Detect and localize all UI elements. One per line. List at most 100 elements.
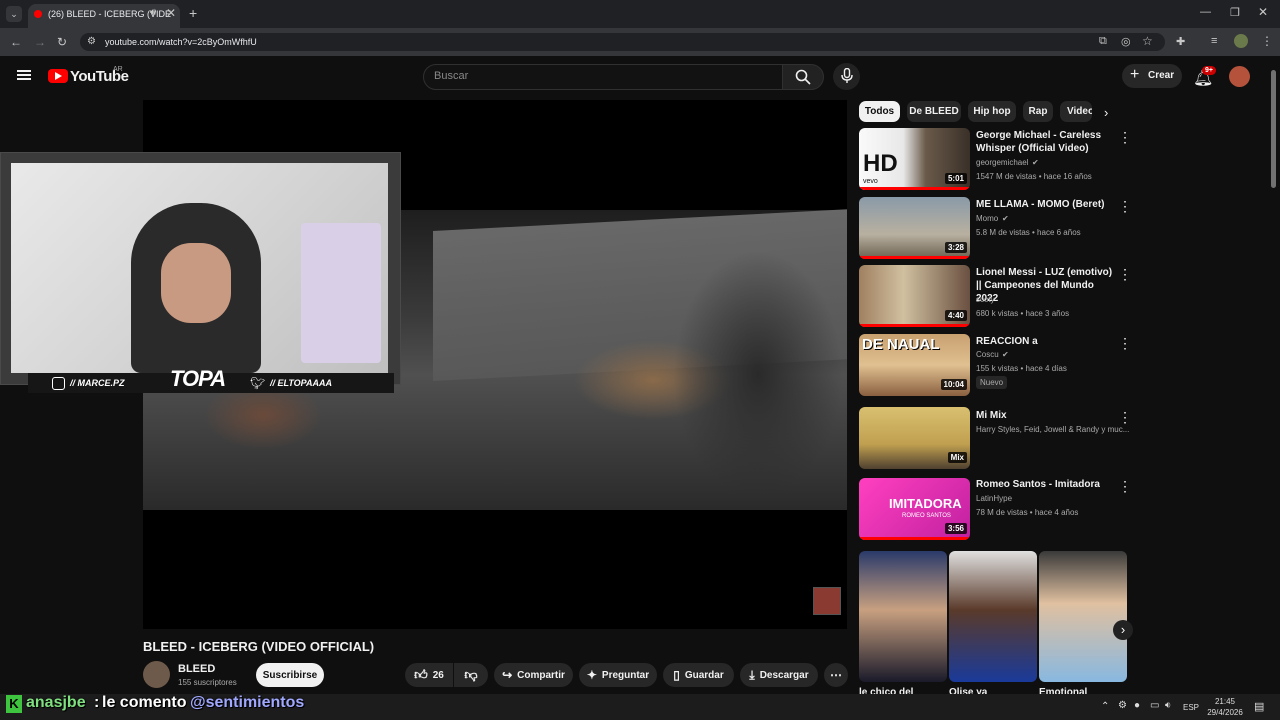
streamer-face [161,243,231,323]
site-info-icon[interactable]: ⚙ [87,36,96,47]
more-actions-icon[interactable]: ⋮ [1118,335,1132,352]
video-title[interactable]: REACCION a [976,335,1118,348]
chip-todos[interactable]: Todos [859,101,900,122]
thumbs-down-icon: 👎︎ [464,667,478,682]
tray-network-icon[interactable]: ▭ [1150,700,1159,711]
channel-name[interactable]: LatinHype [976,494,1012,503]
new-badge: Nuevo [976,376,1008,389]
thumbnail[interactable]: Mix [859,407,970,469]
watch-progress [859,537,970,540]
video-title[interactable]: Mi Mix [976,409,1118,422]
short-thumbnail[interactable] [1039,551,1127,682]
video-meta: 1547 M de vistas • hace 16 años [976,172,1092,181]
video-title[interactable]: Romeo Santos - Imitadora [976,478,1118,491]
ask-button[interactable]: ✦ Preguntar [579,663,657,687]
language-indicator[interactable]: ESP [1183,703,1199,712]
thumbs-up-icon: 👍︎ [414,667,428,682]
thumbnail[interactable]: DE NAUAL 10:04 [859,334,970,396]
microphone-icon [841,68,853,83]
chips-next-icon[interactable]: › [1104,105,1108,120]
more-actions-icon[interactable]: ⋮ [1118,266,1132,283]
subscribe-button[interactable]: Suscribirse [256,663,324,687]
watch-progress [859,324,970,327]
youtube-logo-icon[interactable] [48,69,68,83]
taskbar-date[interactable]: 29/4/2026 [1203,708,1247,717]
download-label: Descargar [759,669,809,681]
short-thumbnail[interactable] [949,551,1037,682]
channel-name-main[interactable]: BLEED [178,663,215,675]
profile-avatar[interactable] [1234,34,1248,48]
minimize-icon[interactable]: — [1200,6,1211,18]
chip-rap[interactable]: Rap [1023,101,1053,122]
install-icon[interactable]: ⧉ [1099,35,1107,48]
video-title[interactable]: George Michael - Careless Whisper (Offic… [976,129,1118,155]
bookmark-star-icon[interactable]: ☆ [1142,34,1153,48]
thumbnail[interactable]: HD vevo 5:01 [859,128,970,190]
share-button[interactable]: ↪ Compartir [494,663,573,687]
new-tab-icon[interactable]: + [189,5,197,21]
restore-icon[interactable]: ❐ [1230,6,1240,19]
chat-mention: @sentimientos [190,694,305,711]
webcam-frame [11,163,388,373]
thumbnail[interactable]: 3:28 [859,197,970,259]
channel-avatar[interactable] [143,661,170,688]
duration-badge: 5:01 [944,173,967,184]
guide-menu-icon[interactable] [17,70,31,72]
webcam-overlay [0,152,401,385]
reload-icon[interactable]: ↻ [57,35,67,49]
video-title[interactable]: Lionel Messi - LUZ (emotivo) || Campeone… [976,266,1118,305]
channel-name[interactable]: Momo [976,214,998,223]
thumbnail-subtext: vevo [863,178,878,185]
chip-hip-hop[interactable]: Hip hop [968,101,1016,122]
taskbar-time[interactable]: 21:45 [1205,697,1245,706]
channel-name[interactable]: Harry Styles, Feid, Jowell & Randy y muc… [976,425,1129,434]
dislike-button[interactable]: 👎︎ [454,663,488,687]
channel-name[interactable]: scoty [976,295,995,304]
search-button[interactable] [782,64,824,90]
browser-menu-icon[interactable]: ⋮ [1261,34,1273,48]
eye-off-icon[interactable]: ◎ [1121,35,1131,48]
account-avatar[interactable] [1229,66,1250,87]
search-placeholder: Buscar [434,70,469,82]
create-button[interactable]: + Crear [1122,64,1182,88]
notification-center-icon[interactable]: ▤ [1254,700,1264,713]
more-actions-icon[interactable]: ⋮ [1118,198,1132,215]
forward-icon[interactable]: → [34,35,46,49]
pc-case [301,223,381,363]
channel-name[interactable]: Coscu [976,350,999,359]
tray-app-icon[interactable]: ⚙ [1118,700,1127,711]
download-button[interactable]: ⤓ Descargar [740,663,818,687]
chip-de-bleed[interactable]: De BLEED [907,101,961,122]
tab-audio-icon[interactable]: 🔊︎ [150,7,156,18]
search-input[interactable] [423,64,783,90]
more-actions-icon[interactable]: ⋮ [1118,129,1132,146]
kick-logo-icon: K [6,695,22,713]
thumbnail[interactable]: 4:40 [859,265,970,327]
channel-name[interactable]: georgemichael [976,158,1028,167]
more-actions-icon[interactable]: ⋮ [1118,409,1132,426]
like-button[interactable]: 👍︎ 26 [405,663,453,687]
window-close-icon[interactable]: ✕ [1258,5,1268,19]
channel-watermark[interactable] [813,587,841,615]
tray-volume-icon[interactable]: 🔉︎ [1165,700,1171,711]
more-actions-icon[interactable]: ⋮ [1118,478,1132,495]
video-title[interactable]: ME LLAMA - MOMO (Beret) [976,198,1118,211]
media-controls-icon[interactable]: ≡ [1211,35,1217,47]
shorts-next-icon[interactable]: › [1113,620,1133,640]
tray-mic-icon[interactable]: ● [1134,700,1140,711]
voice-search-button[interactable] [833,63,860,90]
instagram-icon [52,377,65,390]
tab-close-icon[interactable]: ✕ [166,6,176,20]
thumbnail-subtext: ROMEO SANTOS [902,513,951,519]
thumbnail[interactable]: IMITADORA ROMEO SANTOS 3:56 [859,478,970,540]
extensions-icon[interactable]: ✚ [1176,35,1185,48]
tab-search-icon[interactable]: ⌄ [6,6,22,22]
back-icon[interactable]: ← [10,35,22,49]
short-thumbnail[interactable] [859,551,947,682]
more-actions-button[interactable]: ⋯ [824,663,848,687]
page-scrollbar[interactable] [1271,70,1276,188]
tray-chevron-icon[interactable]: ⌃ [1101,701,1109,712]
share-label: Compartir [517,669,565,681]
save-button[interactable]: ▯ Guardar [663,663,734,687]
chip-video[interactable]: Video [1060,101,1092,122]
